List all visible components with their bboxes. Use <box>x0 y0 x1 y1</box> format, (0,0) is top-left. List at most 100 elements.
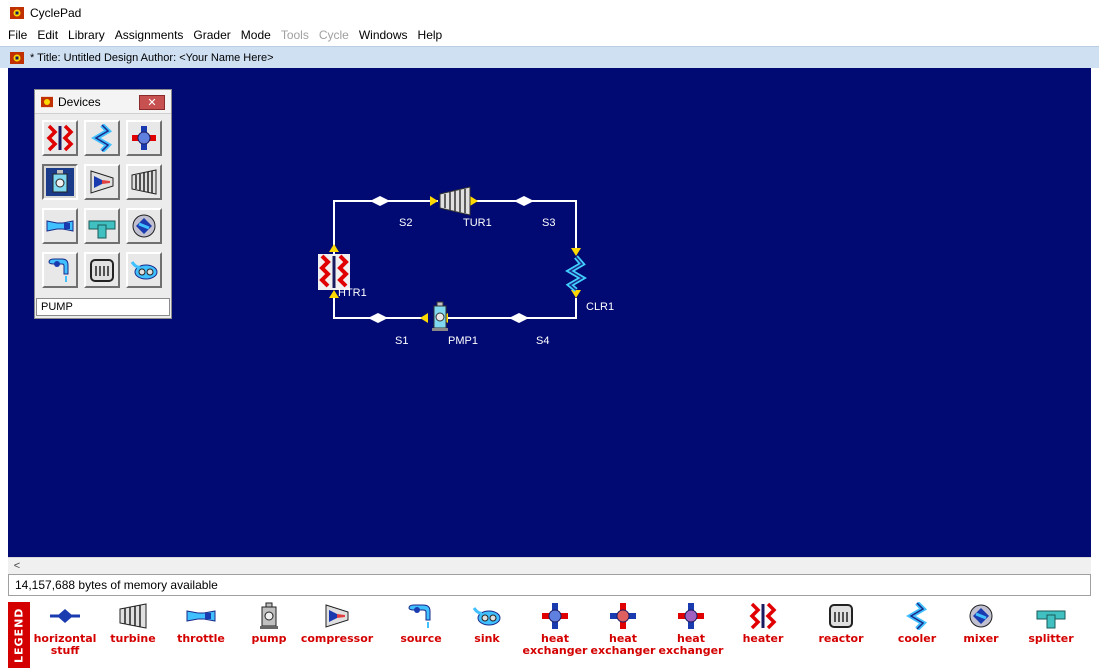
turbine-icon <box>119 603 147 629</box>
device-button-grid <box>42 120 168 288</box>
menu-bar: File Edit Library Assignments Grader Mod… <box>0 26 1099 44</box>
stream-label-s4: S4 <box>536 335 550 347</box>
menu-tools[interactable]: Tools <box>281 28 309 42</box>
legend-tag: LEGEND <box>8 602 30 668</box>
mixer-icon <box>132 214 156 238</box>
reactor-icon <box>829 604 853 628</box>
pump-pmp1[interactable] <box>432 301 448 331</box>
splitter-icon <box>1036 610 1066 629</box>
legend-label: horizontal stuff <box>33 632 97 657</box>
legend-label: pump <box>251 632 287 645</box>
legend-item-compressor[interactable]: compressor <box>300 602 374 645</box>
heat-exchanger-icon <box>542 603 568 629</box>
legend-item-pump[interactable]: pump <box>236 602 302 645</box>
reactor-device-button[interactable] <box>84 252 120 288</box>
source-icon <box>408 604 431 628</box>
sink-icon <box>472 607 501 626</box>
cooler-icon <box>906 602 928 630</box>
selected-device-name: PUMP <box>36 298 170 316</box>
heat-exchanger-device-button[interactable] <box>126 120 162 156</box>
scroll-left-arrow[interactable]: < <box>10 559 24 573</box>
legend-item-reactor[interactable]: reactor <box>808 602 874 645</box>
legend-label: heater <box>742 632 784 645</box>
reactor-icon <box>90 259 114 282</box>
device-label-pmp1: PMP1 <box>448 335 478 347</box>
device-label-htr1: HTR1 <box>338 287 367 299</box>
stream-node-s4[interactable] <box>509 313 529 323</box>
heat-exchanger-icon <box>678 603 704 629</box>
legend-label: heat exchanger <box>590 632 656 657</box>
pump-icon <box>260 602 278 629</box>
document-title: * Title: Untitled Design Author: <Your N… <box>30 51 274 64</box>
close-button[interactable]: ✕ <box>139 95 165 110</box>
menu-assignments[interactable]: Assignments <box>115 28 184 42</box>
stream-node-s1[interactable] <box>368 313 388 323</box>
turbine-icon <box>131 169 157 195</box>
flow-arrow <box>329 244 339 252</box>
stream-node-s3[interactable] <box>514 196 534 206</box>
menu-help[interactable]: Help <box>418 28 443 42</box>
heater-icon <box>46 124 74 152</box>
legend-item-turbine[interactable]: turbine <box>100 602 166 645</box>
cooler-device-button[interactable] <box>84 120 120 156</box>
legend-label: turbine <box>110 632 156 645</box>
heater-device-button[interactable] <box>42 120 78 156</box>
sink-device-button[interactable] <box>126 252 162 288</box>
devices-window-icon <box>41 96 53 107</box>
legend-item-sink[interactable]: sink <box>454 602 520 645</box>
throttle-device-button[interactable] <box>42 208 78 244</box>
menu-edit[interactable]: Edit <box>37 28 58 42</box>
legend-item-splitter[interactable]: splitter <box>1018 602 1084 645</box>
legend-item-cooler[interactable]: cooler <box>884 602 950 645</box>
cooler-clr1[interactable] <box>565 255 587 292</box>
legend-label: heat exchanger <box>522 632 588 657</box>
menu-windows[interactable]: Windows <box>359 28 408 42</box>
device-label-tur1: TUR1 <box>463 217 492 229</box>
app-title: CyclePad <box>30 6 82 20</box>
legend-item-horizontal-stuff[interactable]: horizontal stuff <box>32 602 98 657</box>
flow-arrow <box>430 196 438 206</box>
pipe-lines <box>333 200 577 319</box>
legend-item-mixer[interactable]: mixer <box>948 602 1014 645</box>
legend-item-heat-exchanger-2[interactable]: heat exchanger <box>590 602 656 657</box>
sink-icon <box>130 261 158 280</box>
menu-grader[interactable]: Grader <box>193 28 230 42</box>
flow-arrow <box>420 313 428 323</box>
stream-label-s1: S1 <box>395 335 409 347</box>
horizontal-scrollbar[interactable]: < <box>8 557 1091 574</box>
stream-node-s2[interactable] <box>370 196 390 206</box>
menu-file[interactable]: File <box>8 28 27 42</box>
splitter-device-button[interactable] <box>84 208 120 244</box>
devices-palette-title: Devices <box>58 94 101 109</box>
legend-item-heat-exchanger-3[interactable]: heat exchanger <box>658 602 724 657</box>
pump-device-button[interactable] <box>42 164 78 200</box>
menu-library[interactable]: Library <box>68 28 105 42</box>
heat-exchanger-icon <box>610 603 636 629</box>
source-icon <box>48 258 69 282</box>
flow-arrow <box>571 248 581 256</box>
legend-item-heat-exchanger-1[interactable]: heat exchanger <box>522 602 588 657</box>
flow-arrow <box>470 196 478 206</box>
legend-label: compressor <box>300 632 374 645</box>
source-device-button[interactable] <box>42 252 78 288</box>
devices-palette[interactable]: Devices ✕ PUMP <box>34 89 172 319</box>
legend-label: mixer <box>963 632 999 645</box>
legend-item-heater[interactable]: heater <box>730 602 796 645</box>
compressor-icon <box>90 170 114 194</box>
legend-item-source[interactable]: source <box>388 602 454 645</box>
design-canvas[interactable]: S2 TUR1 S3 CLR1 HTR1 S1 PMP1 S4 Devices … <box>8 68 1091 557</box>
menu-mode[interactable]: Mode <box>241 28 271 42</box>
heater-htr1[interactable] <box>318 254 350 290</box>
legend-label: throttle <box>177 632 225 645</box>
turbine-device-button[interactable] <box>126 164 162 200</box>
menu-cycle[interactable]: Cycle <box>319 28 349 42</box>
compressor-device-button[interactable] <box>84 164 120 200</box>
device-legend: LEGEND horizontal stuff turbine throttle <box>8 600 1091 668</box>
stream-label-s2: S2 <box>399 217 413 229</box>
legend-label: cooler <box>897 632 937 645</box>
document-titlebar: * Title: Untitled Design Author: <Your N… <box>0 46 1099 68</box>
mixer-device-button[interactable] <box>126 208 162 244</box>
turbine-tur1[interactable] <box>439 186 471 216</box>
device-label-clr1: CLR1 <box>586 301 615 313</box>
legend-item-throttle[interactable]: throttle <box>168 602 234 645</box>
